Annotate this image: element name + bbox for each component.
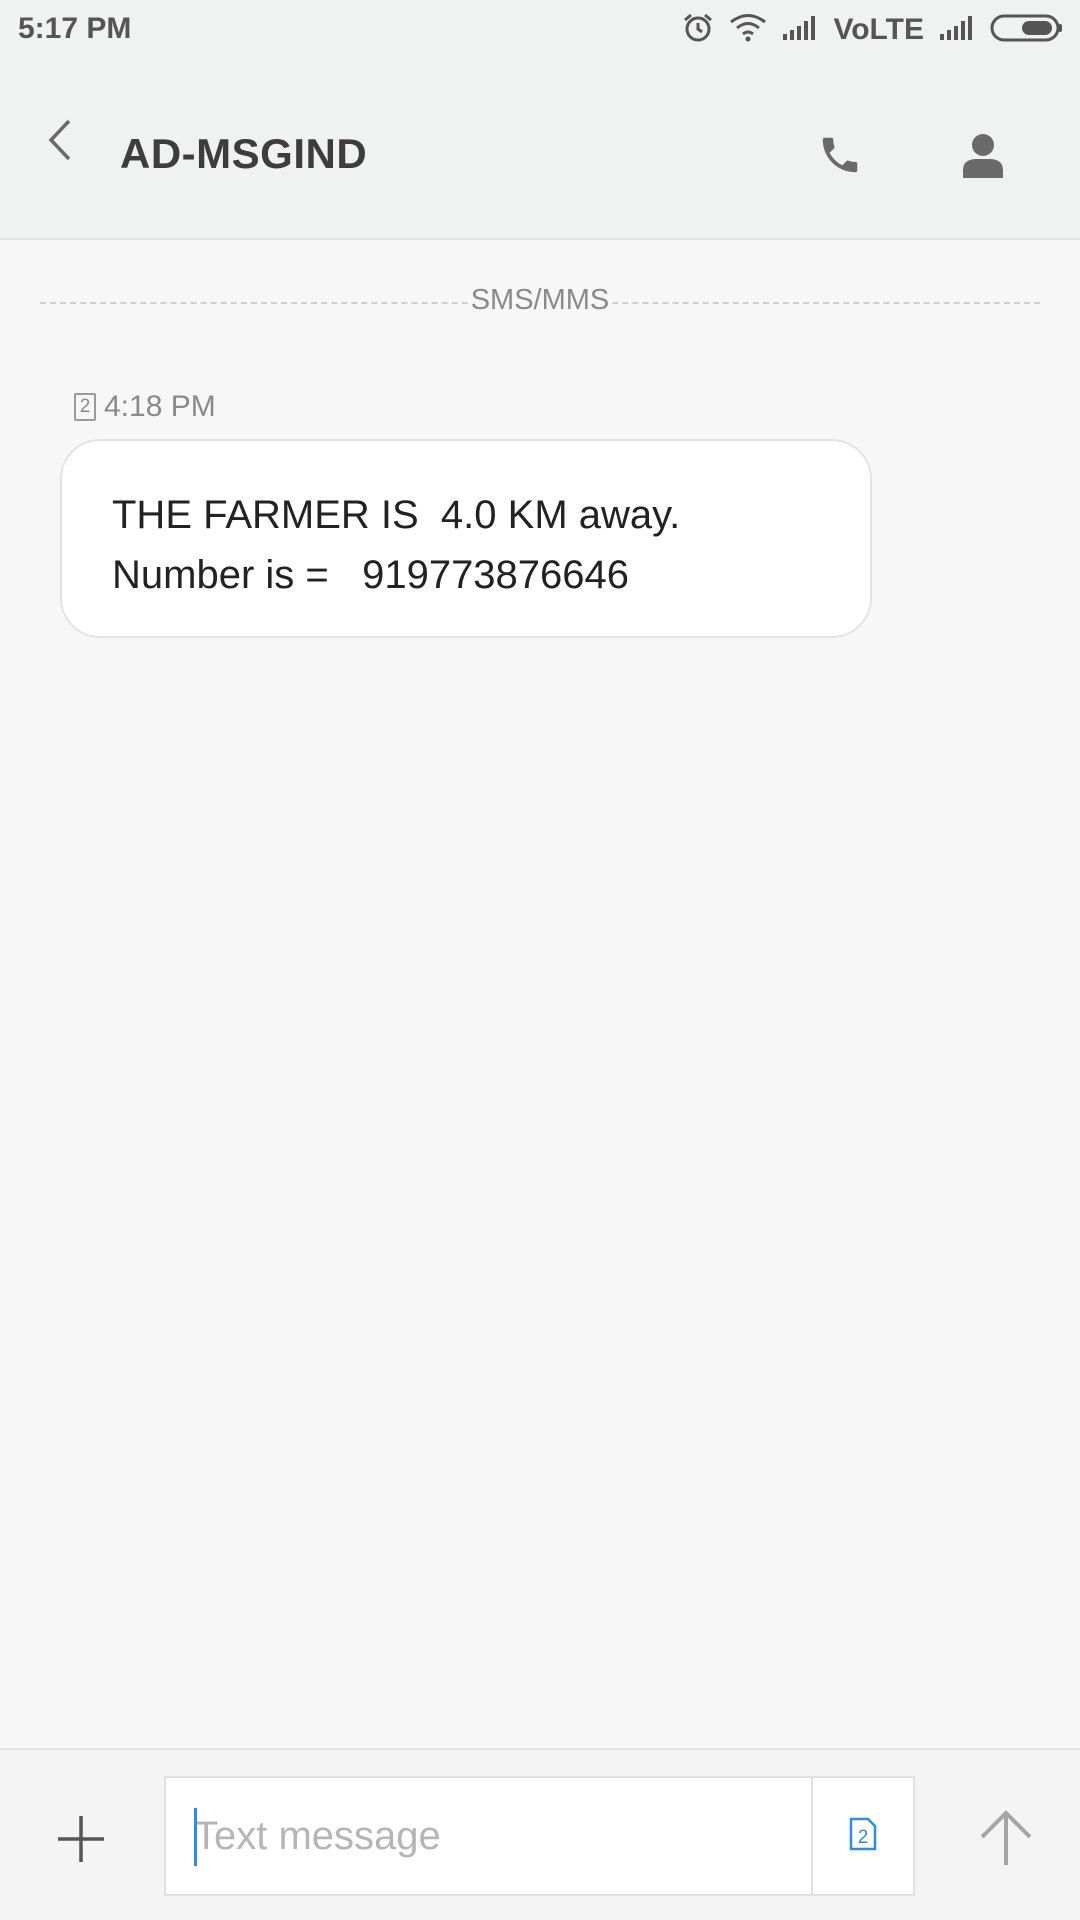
plus-icon	[56, 1814, 106, 1869]
battery-icon	[990, 13, 1064, 48]
message-meta: 2 4:18 PM	[74, 390, 216, 424]
conversation-header: AD-MSGIND	[0, 62, 1080, 240]
channel-label: SMS/MMS	[468, 284, 612, 317]
sim-number: 2	[857, 1827, 869, 1848]
message-time: 4:18 PM	[104, 390, 216, 423]
sim-icon: 2	[74, 393, 96, 421]
phone-icon	[817, 132, 863, 183]
contact-details-button[interactable]	[948, 122, 1018, 192]
sim-select-button[interactable]: 2	[811, 1778, 913, 1894]
send-arrow-icon	[978, 1809, 1034, 1872]
contact-title: AD-MSGIND	[120, 130, 368, 177]
message-input-box: 2	[164, 1776, 915, 1896]
network-type-label: VoLTE	[833, 13, 924, 46]
channel-divider: SMS/MMS	[40, 282, 1040, 322]
call-button[interactable]	[805, 122, 875, 192]
person-icon	[961, 132, 1005, 183]
message-text-line: Number is = 919773876646	[112, 553, 630, 597]
message-text-line: THE FARMER IS 4.0 KM away.	[112, 493, 681, 537]
attach-button[interactable]	[50, 1810, 112, 1872]
message-input[interactable]	[194, 1798, 814, 1874]
sms-conversation-screen: 5:17 PM VoLTE AD-MSGIND SMS/MMS 2 4:18 P…	[0, 0, 1080, 1920]
back-arrow-icon	[45, 117, 75, 168]
message-composer: 2	[0, 1748, 1080, 1920]
signal-icon	[781, 14, 819, 47]
status-icons: VoLTE	[681, 10, 1064, 50]
status-time: 5:17 PM	[18, 12, 132, 45]
text-caret	[194, 1808, 197, 1866]
alarm-icon	[681, 11, 715, 50]
wifi-icon	[729, 13, 767, 48]
back-button[interactable]	[30, 102, 90, 182]
message-bubble[interactable]: THE FARMER IS 4.0 KM away. Number is = 9…	[60, 439, 872, 638]
status-bar: 5:17 PM VoLTE	[0, 0, 1080, 62]
send-button[interactable]	[966, 1800, 1046, 1880]
signal-icon	[938, 14, 976, 47]
